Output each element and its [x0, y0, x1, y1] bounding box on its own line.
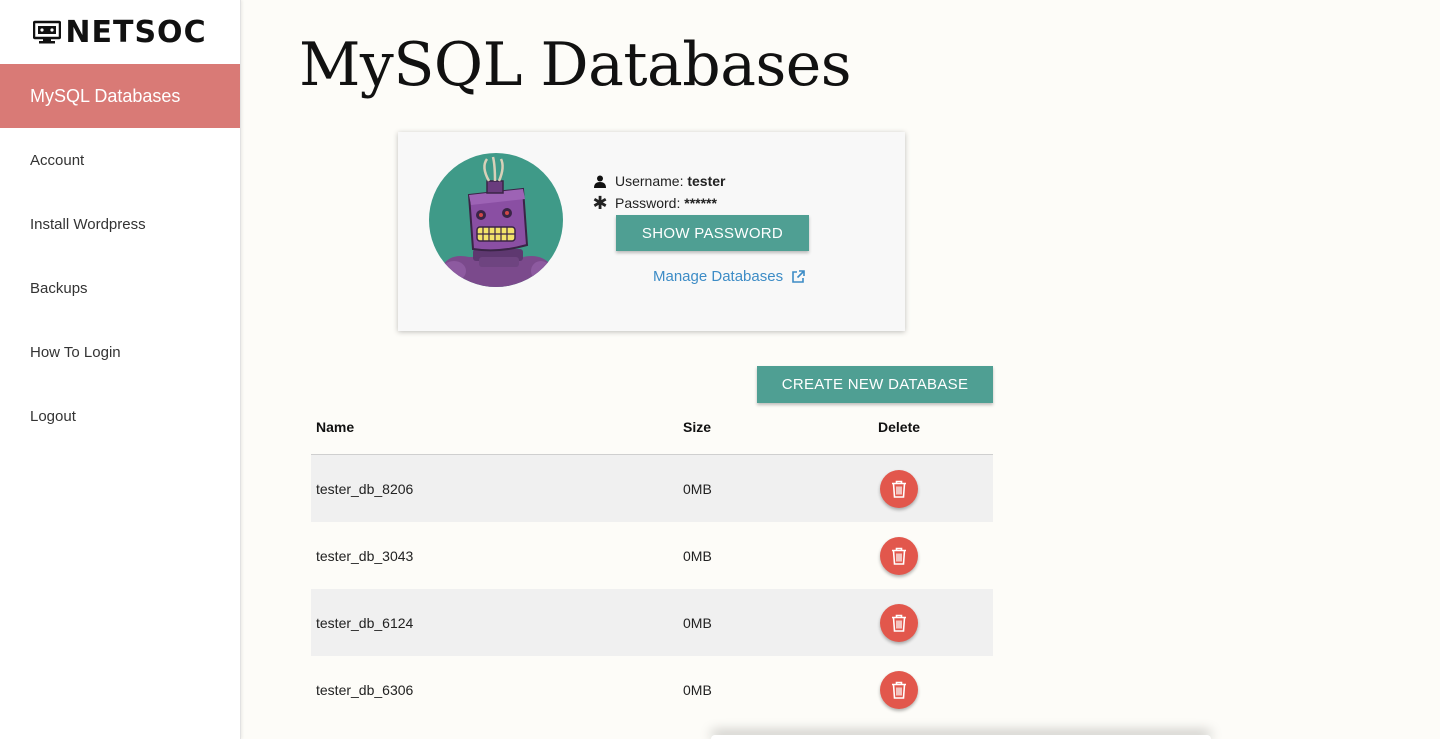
- db-size: 0MB: [683, 480, 712, 497]
- floating-panel-edge: [711, 735, 1211, 739]
- table-header: Name Size Delete: [311, 400, 993, 455]
- manage-databases-link[interactable]: Manage Databases: [653, 268, 805, 285]
- column-header-name: Name: [316, 419, 355, 435]
- sidebar-item-install-wordpress[interactable]: Install Wordpress: [0, 192, 240, 256]
- db-name: tester_db_8206: [316, 480, 414, 497]
- column-header-size: Size: [683, 419, 712, 435]
- username-line: Username: tester: [593, 173, 726, 189]
- show-password-button[interactable]: SHOW PASSWORD: [616, 215, 809, 251]
- delete-button[interactable]: [880, 603, 918, 642]
- db-size: 0MB: [683, 681, 712, 698]
- sidebar-item-how-to-login[interactable]: How To Login: [0, 320, 240, 384]
- monitor-icon: [33, 20, 62, 44]
- delete-button[interactable]: [880, 536, 918, 575]
- password-value: ******: [684, 195, 717, 211]
- password-label: Password:: [615, 195, 681, 211]
- table-row: tester_db_3043 0MB: [311, 522, 993, 589]
- sidebar-item-account[interactable]: Account: [0, 128, 240, 192]
- external-link-icon: [792, 269, 805, 283]
- trash-icon: [892, 614, 906, 632]
- db-name: tester_db_6306: [316, 681, 414, 698]
- sidebar-item-mysql-databases[interactable]: MySQL Databases: [0, 64, 240, 128]
- column-header-delete: Delete: [878, 419, 921, 435]
- asterisk-icon: ✱: [592, 193, 608, 213]
- db-name: tester_db_3043: [316, 547, 414, 564]
- password-line: ✱ Password: ******: [592, 193, 717, 213]
- robot-avatar: [429, 153, 563, 287]
- create-new-database-button[interactable]: CREATE NEW DATABASE: [757, 366, 993, 403]
- username-value: tester: [687, 173, 726, 189]
- trash-icon: [892, 480, 906, 498]
- table-row: tester_db_8206 0MB: [311, 455, 993, 522]
- trash-icon: [892, 681, 906, 699]
- manage-databases-label: Manage Databases: [653, 268, 784, 285]
- sidebar-item-logout[interactable]: Logout: [0, 384, 240, 448]
- sidebar: NETSOC MySQL Databases Account Install W…: [0, 0, 241, 739]
- sidebar-nav: MySQL Databases Account Install Wordpres…: [0, 64, 240, 448]
- main-content: MySQL Databases Username: tester ✱ Passw…: [241, 0, 1440, 739]
- delete-button[interactable]: [880, 469, 918, 508]
- logo[interactable]: NETSOC: [0, 0, 240, 64]
- delete-button[interactable]: [880, 670, 918, 709]
- username-label: Username:: [615, 173, 684, 189]
- logo-text: NETSOC: [65, 14, 207, 50]
- trash-icon: [892, 547, 906, 565]
- user-icon: [593, 175, 607, 188]
- db-size: 0MB: [683, 547, 712, 564]
- page-title: MySQL Databases: [299, 30, 852, 100]
- db-size: 0MB: [683, 614, 712, 631]
- sidebar-item-backups[interactable]: Backups: [0, 256, 240, 320]
- databases-table: Name Size Delete tester_db_8206 0MB test…: [311, 400, 993, 723]
- db-name: tester_db_6124: [316, 614, 414, 631]
- table-row: tester_db_6306 0MB: [311, 656, 993, 723]
- table-row: tester_db_6124 0MB: [311, 589, 993, 656]
- credentials-card: Username: tester ✱ Password: ****** SHOW…: [398, 132, 905, 331]
